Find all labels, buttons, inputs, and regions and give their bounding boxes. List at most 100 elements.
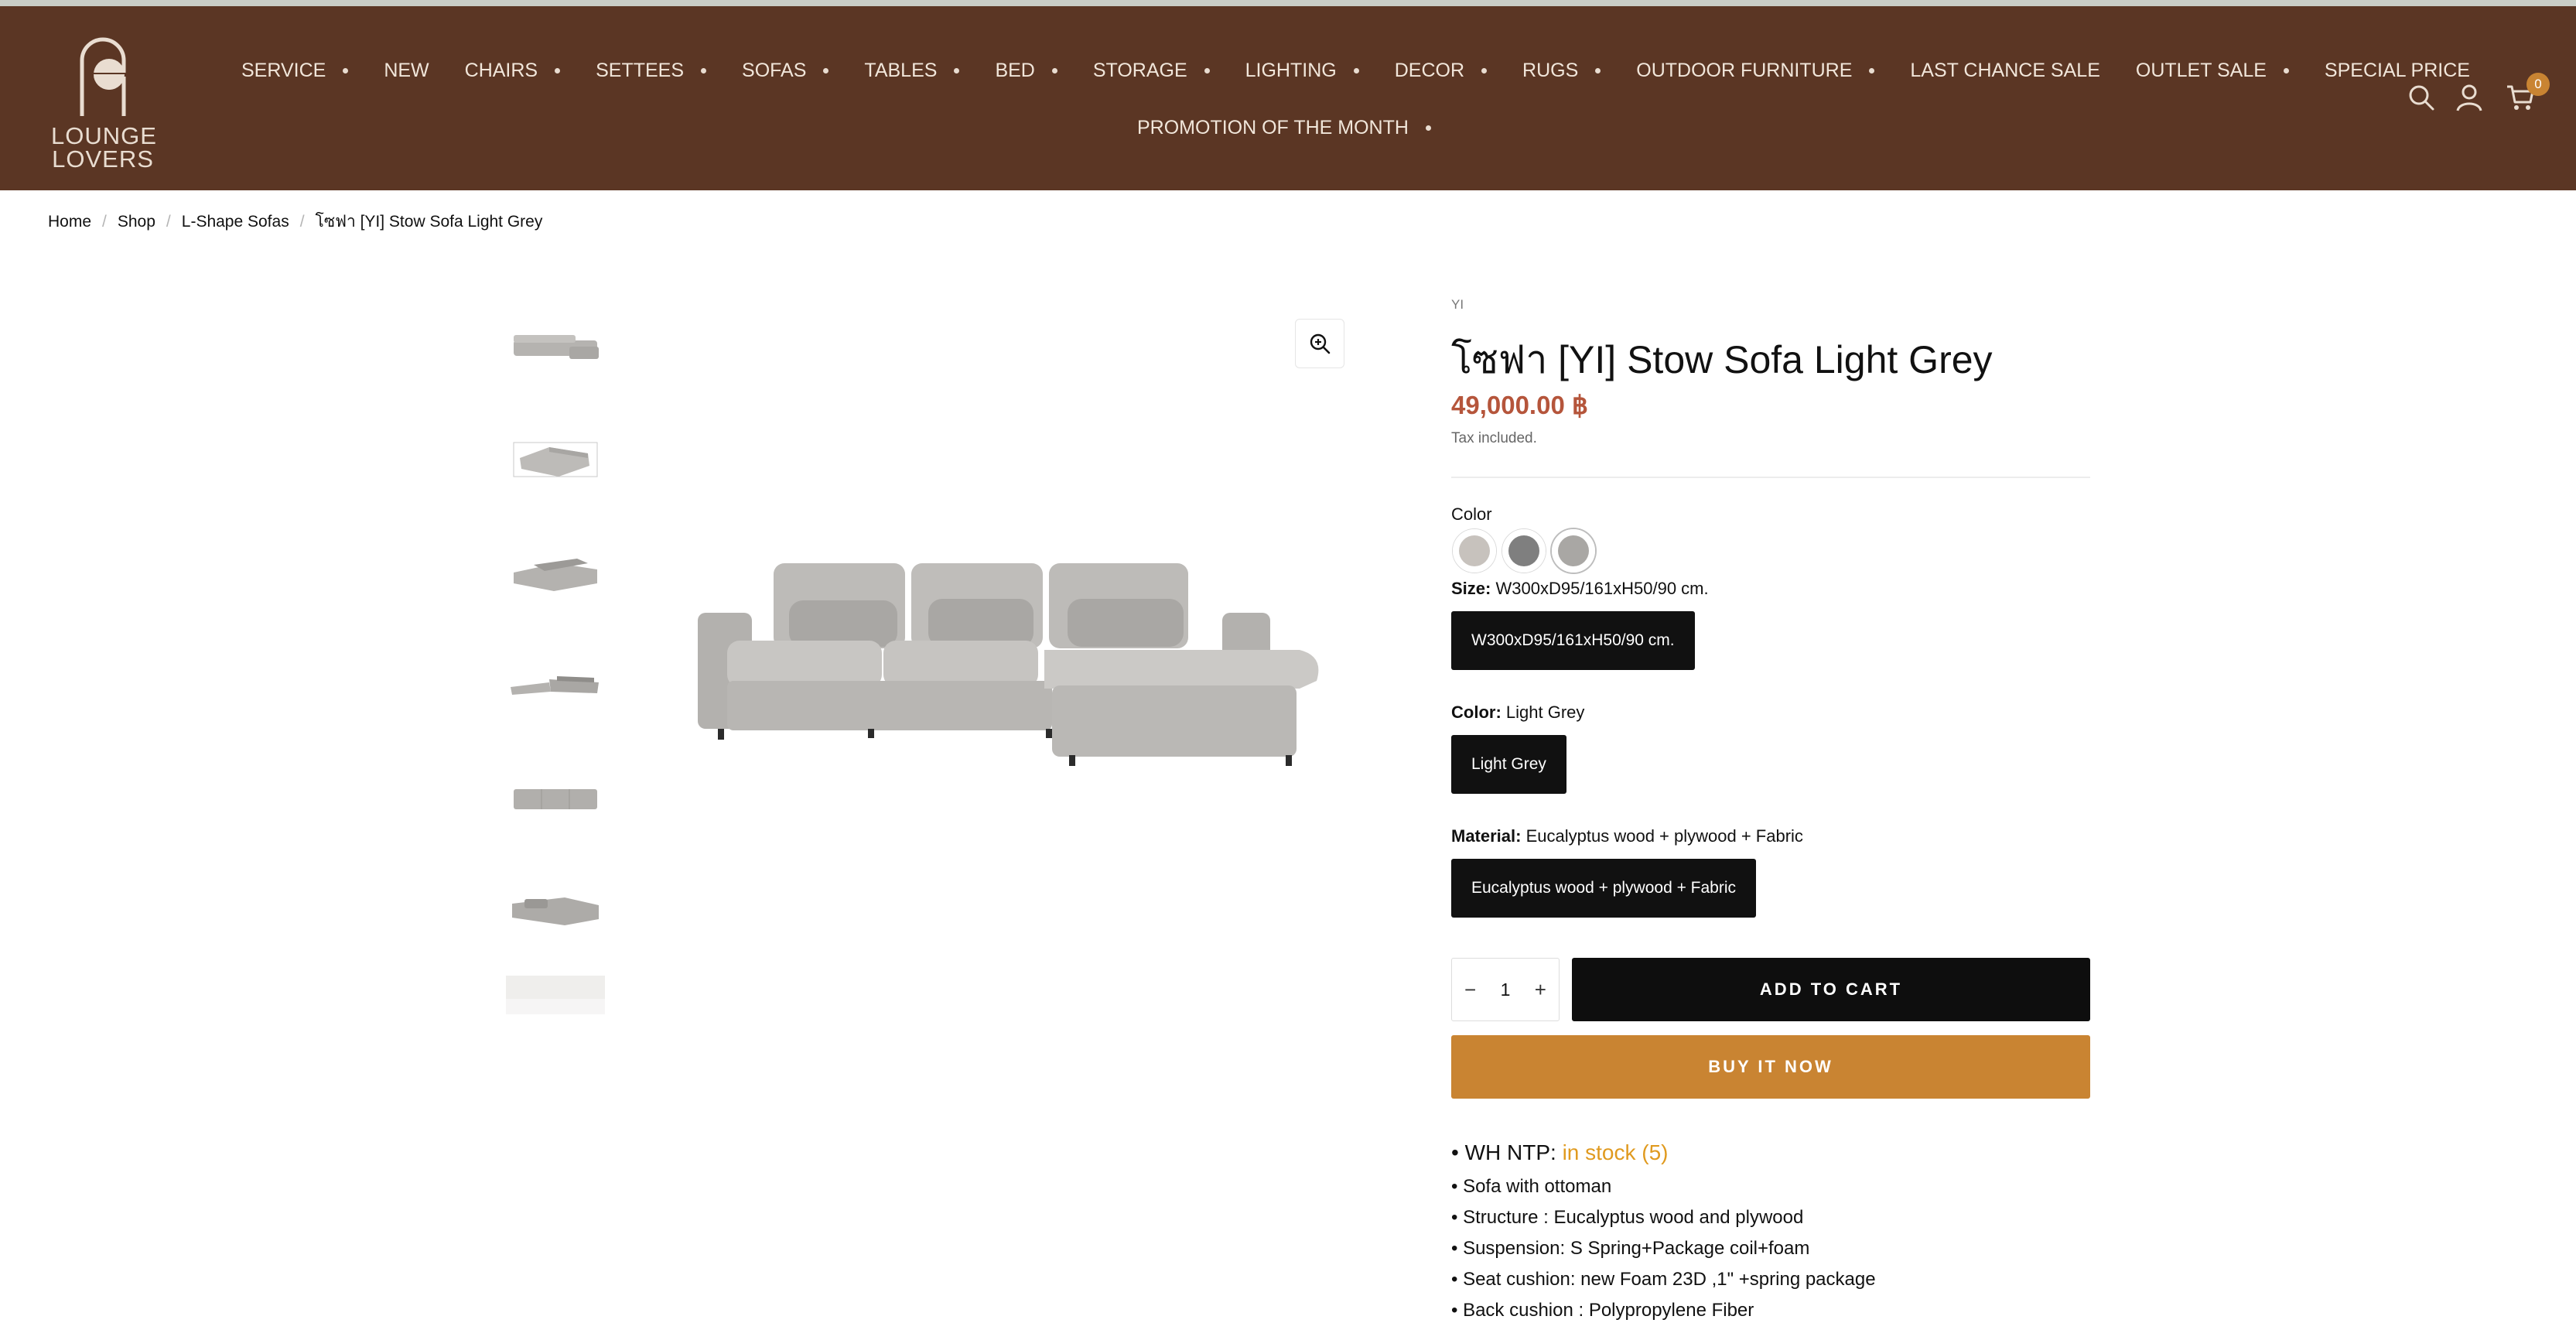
thumbnail-4[interactable] (503, 644, 608, 721)
nav-item-outdoor-furniture[interactable]: OUTDOOR FURNITURE (1636, 59, 1875, 82)
nav-item-promotion-of-the-month[interactable]: PROMOTION OF THE MONTH (1137, 117, 1431, 139)
buy-now-button[interactable]: BUY IT NOW (1451, 1035, 2090, 1099)
sofa-image (698, 563, 1319, 766)
main-nav-row-1: SERVICE NEW CHAIRS SETTEES SOFAS TABLES BED STO… (241, 54, 2506, 87)
dropdown-dot-icon (823, 67, 829, 74)
nav-item-chairs[interactable]: CHAIRS (464, 59, 561, 82)
add-to-cart-button[interactable]: ADD TO CART (1572, 958, 2090, 1021)
thumbnail-1[interactable] (503, 309, 608, 387)
thumbnail-5[interactable] (503, 755, 608, 832)
nav-item-label: LIGHTING (1245, 59, 1337, 81)
site-logo[interactable]: LOUNGE LOVERS (51, 29, 156, 173)
dropdown-dot-icon (1481, 67, 1488, 74)
search-icon[interactable] (2406, 82, 2437, 113)
site-header: LOUNGE LOVERS SERVICE NEW CHAIRS SETTEES SOF… (0, 0, 2576, 190)
quantity-stepper: − 1 + (1451, 958, 1560, 1021)
size-label: Size: (1451, 579, 1491, 598)
dropdown-dot-icon (1353, 67, 1359, 74)
dropdown-dot-icon (1425, 125, 1431, 131)
breadcrumb-category[interactable]: L-Shape Sofas (182, 213, 289, 231)
nav-item-label: BED (995, 59, 1035, 81)
thumbnail-2[interactable] (503, 421, 608, 498)
color-swatch-2[interactable] (1502, 529, 1546, 573)
dropdown-dot-icon (701, 67, 707, 74)
account-icon[interactable] (2454, 82, 2485, 113)
nav-item-label: PROMOTION OF THE MONTH (1137, 116, 1409, 138)
nav-item-label: OUTDOOR FURNITURE (1636, 59, 1853, 81)
color-option-button[interactable]: Light Grey (1451, 735, 1566, 794)
nav-item-label: LAST CHANCE SALE (1910, 59, 2100, 81)
breadcrumb-home[interactable]: Home (48, 213, 91, 231)
dropdown-dot-icon (1051, 67, 1057, 74)
nav-item-rugs[interactable]: RUGS (1522, 60, 1601, 82)
nav-item-storage[interactable]: STORAGE (1093, 60, 1210, 82)
color-swatch-3[interactable] (1552, 529, 1595, 573)
zoom-button[interactable] (1295, 319, 1344, 368)
quantity-decrease-button[interactable]: − (1464, 978, 1476, 1002)
dropdown-dot-icon (2283, 67, 2289, 74)
nav-item-bed[interactable]: BED (995, 60, 1057, 82)
material-label: Material: (1451, 826, 1522, 846)
swatch-color (1508, 535, 1539, 566)
breadcrumb-separator: / (166, 212, 171, 231)
nav-item-settees[interactable]: SETTEES (596, 59, 707, 82)
logo-mark-icon (80, 37, 126, 116)
material-option-label: Material: Eucalyptus wood + plywood + Fa… (1451, 826, 1803, 846)
breadcrumb-shop[interactable]: Shop (118, 213, 155, 231)
nav-item-lighting[interactable]: LIGHTING (1245, 60, 1359, 82)
stock-prefix: • WH NTP: (1451, 1140, 1563, 1164)
detail-item: • Structure : Eucalyptus wood and plywoo… (1451, 1207, 1804, 1228)
dropdown-dot-icon (1595, 67, 1601, 74)
detail-item: • Sofa with ottoman (1451, 1176, 1612, 1197)
detail-item: • Back cushion : Polypropylene Fiber (1451, 1300, 1754, 1321)
quantity-input[interactable]: 1 (1501, 979, 1511, 1000)
dropdown-dot-icon (1869, 67, 1875, 74)
material-option-button[interactable]: Eucalyptus wood + plywood + Fabric (1451, 859, 1757, 918)
size-option-button[interactable]: W300xD95/161xH50/90 cm. (1451, 611, 1695, 670)
thumbnail-3[interactable] (503, 532, 608, 610)
swatch-color (1558, 535, 1589, 566)
cart-count-badge: 0 (2526, 73, 2550, 96)
dropdown-dot-icon (1204, 67, 1210, 74)
size-value: W300xD95/161xH50/90 cm. (1495, 579, 1709, 598)
dropdown-dot-icon (555, 67, 561, 74)
thumbnail-7[interactable] (503, 962, 608, 1014)
in-stock-text: in stock (5) (1562, 1140, 1669, 1164)
thumbnail-6[interactable] (503, 867, 608, 944)
nav-item-label: SETTEES (596, 59, 685, 81)
nav-item-tables[interactable]: TABLES (864, 60, 960, 82)
product-title: โซฟา [YI] Stow Sofa Light Grey (1451, 338, 1993, 381)
divider (1451, 477, 2090, 478)
color-swatch-1[interactable] (1453, 529, 1496, 573)
nav-item-label: SERVICE (241, 59, 326, 81)
nav-item-label: RUGS (1522, 59, 1579, 81)
nav-item-outlet-sale[interactable]: OUTLET SALE (2136, 60, 2289, 82)
material-value: Eucalyptus wood + plywood + Fabric (1525, 826, 1803, 846)
nav-item-sofas[interactable]: SOFAS (742, 59, 829, 82)
nav-item-label: SOFAS (742, 59, 807, 81)
nav-item-last-chance-sale[interactable]: LAST CHANCE SALE (1910, 60, 2099, 82)
detail-item: • Suspension: S Spring+Package coil+foam (1451, 1238, 1810, 1259)
product-vendor[interactable]: YI (1451, 297, 1464, 313)
nav-item-service[interactable]: SERVICE (241, 59, 349, 82)
color-swatch-label: Color (1451, 504, 1492, 524)
color-option-label: Color: Light Grey (1451, 703, 1584, 723)
nav-item-special-price[interactable]: SPECIAL PRICE (2325, 60, 2470, 82)
logo-text-line2: LOVERS (52, 145, 154, 173)
product-main-image[interactable] (681, 526, 1331, 774)
nav-item-label: CHAIRS (464, 59, 538, 81)
quantity-increase-button[interactable]: + (1535, 978, 1546, 1002)
product-details: • WH NTP: in stock (5) • Sofa with ottom… (1451, 1134, 2090, 1323)
swatch-color (1459, 535, 1490, 566)
stock-status: • WH NTP: in stock (5) (1451, 1134, 2090, 1171)
nav-item-decor[interactable]: DECOR (1395, 60, 1488, 82)
breadcrumb: Home / Shop / L-Shape Sofas / โซฟา [YI] … (48, 209, 542, 234)
detail-item: • Seat cushion: new Foam 23D ,1" +spring… (1451, 1269, 1876, 1290)
color-swatches (1453, 529, 1601, 573)
nav-item-label: NEW (384, 59, 429, 81)
nav-item-label: OUTLET SALE (2135, 59, 2267, 81)
nav-item-label: STORAGE (1092, 59, 1187, 81)
breadcrumb-separator: / (299, 212, 305, 231)
header-top-line (0, 0, 2576, 6)
nav-item-new[interactable]: NEW (384, 60, 429, 82)
